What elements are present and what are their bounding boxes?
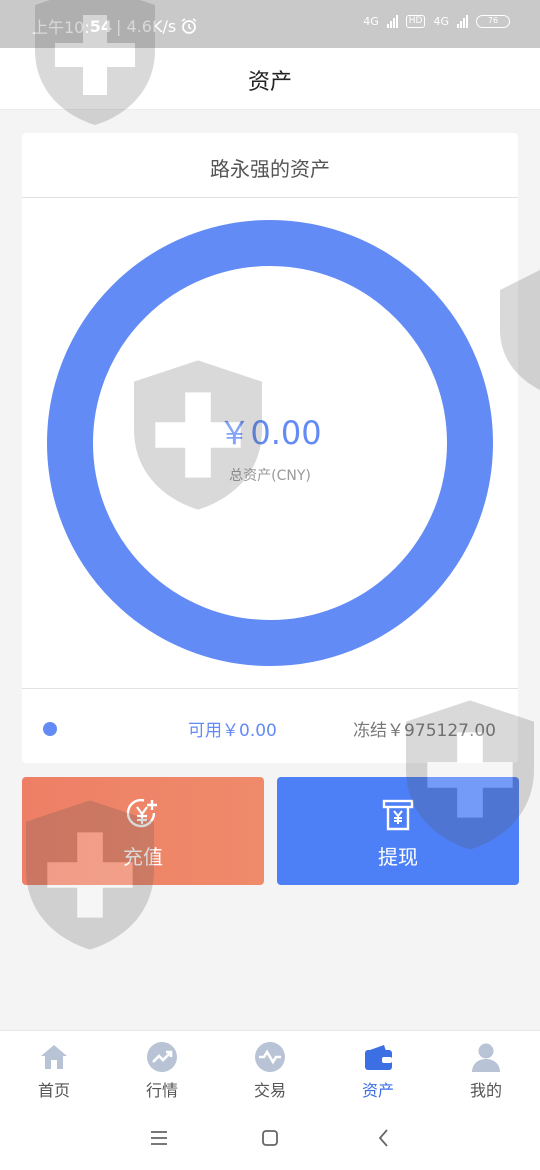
atm-withdraw-icon bbox=[382, 799, 414, 831]
tab-mine[interactable]: 我的 bbox=[432, 1031, 540, 1107]
card-divider-top bbox=[22, 197, 518, 198]
asset-card: 路永强的资产 ￥0.00 总资产(CNY) 可用￥0.00 冻结￥975127.… bbox=[22, 133, 518, 763]
card-divider-bottom bbox=[22, 688, 518, 689]
menu-icon[interactable] bbox=[145, 1126, 173, 1150]
total-asset-label: 总资产(CNY) bbox=[229, 468, 311, 484]
alarm-icon bbox=[181, 18, 197, 34]
available-balance: 可用￥0.00 bbox=[188, 721, 277, 741]
hd-badge: HD bbox=[405, 14, 426, 28]
tab-assets[interactable]: 资产 bbox=[324, 1031, 432, 1107]
battery-icon: 76 bbox=[476, 14, 510, 28]
trend-icon bbox=[147, 1042, 177, 1072]
page-header: 资产 bbox=[0, 48, 540, 110]
withdraw-label: 提现 bbox=[378, 845, 418, 869]
signal-icon-2 bbox=[457, 14, 468, 28]
network-type-2: 4G bbox=[433, 14, 449, 28]
tab-trade[interactable]: 交易 bbox=[216, 1031, 324, 1107]
wallet-icon bbox=[365, 1045, 392, 1070]
asset-card-title: 路永强的资产 bbox=[210, 157, 330, 181]
frozen-balance: 冻结￥975127.00 bbox=[353, 721, 496, 741]
tab-trade-label: 交易 bbox=[253, 1081, 286, 1100]
tab-home[interactable]: 首页 bbox=[0, 1031, 108, 1107]
yuan-plus-icon bbox=[126, 798, 157, 828]
tab-assets-label: 资产 bbox=[361, 1081, 394, 1100]
tab-market[interactable]: 行情 bbox=[108, 1031, 216, 1107]
status-right: 4G HD 4G 76 bbox=[363, 14, 510, 28]
home-icon bbox=[41, 1045, 67, 1069]
withdraw-button[interactable]: 提现 bbox=[277, 777, 519, 885]
page-title: 资产 bbox=[247, 70, 292, 95]
tab-market-label: 行情 bbox=[145, 1081, 178, 1100]
total-asset-amount: ￥0.00 bbox=[218, 414, 322, 452]
status-time-prefix: 上午10: bbox=[32, 18, 90, 37]
status-bar: 上午10: 54 | 4.6K/s 4G HD 4G 76 bbox=[0, 0, 540, 48]
user-icon bbox=[472, 1043, 500, 1072]
signal-icon bbox=[386, 14, 398, 28]
network-type-1: 4G bbox=[363, 14, 379, 28]
system-nav-bar bbox=[0, 1106, 540, 1170]
status-time-minutes: 54 bbox=[89, 16, 113, 36]
recharge-button[interactable]: 充值 bbox=[22, 777, 264, 885]
exchange-icon bbox=[255, 1042, 285, 1072]
home-square-icon[interactable] bbox=[256, 1126, 284, 1150]
status-left: 上午10: 54 | 4.6K/s bbox=[32, 14, 198, 38]
tab-home-label: 首页 bbox=[37, 1081, 70, 1100]
bottom-tab-bar: 首页 行情 交易 资产 我的 bbox=[0, 1030, 540, 1106]
legend-dot bbox=[43, 722, 57, 736]
back-icon[interactable] bbox=[370, 1126, 398, 1150]
tab-mine-label: 我的 bbox=[469, 1081, 502, 1100]
recharge-label: 充值 bbox=[123, 845, 163, 869]
net-speed: | 4.6K/s bbox=[116, 16, 177, 36]
